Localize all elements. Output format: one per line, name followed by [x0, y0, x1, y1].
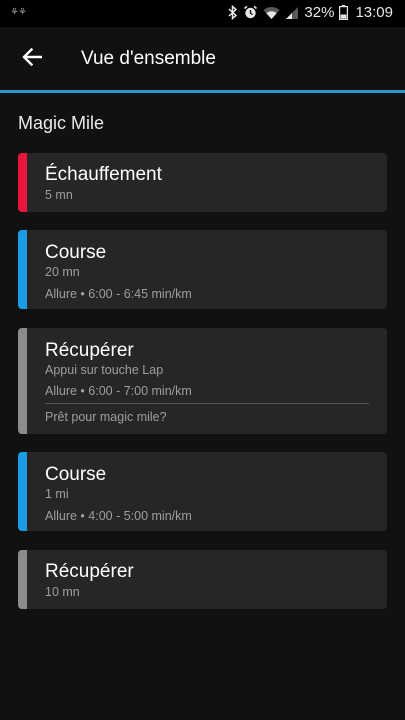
step-duration: 20 mn [45, 265, 80, 279]
workout-step[interactable]: Récupérer 10 mn [18, 550, 387, 609]
step-color-bar [18, 550, 27, 609]
back-button[interactable] [14, 41, 50, 77]
bluetooth-icon [228, 5, 238, 20]
workout-title: Magic Mile [18, 113, 105, 133]
step-duration: 1 mi [45, 487, 69, 501]
workout-step[interactable]: Course 20 mn Allure • 6:00 - 6:45 min/km [18, 230, 387, 309]
step-color-bar [18, 452, 27, 531]
step-target: Allure • 6:00 - 6:45 min/km [45, 287, 192, 301]
step-target: Allure • 4:00 - 5:00 min/km [45, 509, 192, 523]
wifi-icon [263, 6, 280, 20]
step-note: Prêt pour magic mile? [45, 410, 167, 424]
step-duration: 10 mn [45, 585, 80, 599]
step-name: Course [45, 464, 107, 485]
step-name: Récupérer [45, 340, 134, 361]
step-duration: Appui sur touche Lap [45, 363, 164, 377]
step-name: Échauffement [45, 164, 162, 185]
clock: 13:09 [355, 4, 393, 21]
step-duration: 5 mn [45, 188, 73, 202]
step-color-bar [18, 328, 27, 434]
step-name: Récupérer [45, 561, 134, 582]
step-name: Course [45, 242, 107, 263]
battery-icon [339, 5, 349, 20]
status-bar: ⚘⚘ 32% 13:09 [0, 0, 405, 27]
step-divider [45, 403, 369, 404]
page-title: Vue d'ensemble [81, 48, 216, 69]
workout-step[interactable]: Course 1 mi Allure • 4:00 - 5:00 min/km [18, 452, 387, 531]
step-color-bar [18, 230, 27, 309]
status-icons: 32% 13:09 [228, 4, 393, 21]
notification-icons: ⚘⚘ [10, 7, 27, 18]
battery-percent: 32% [304, 4, 335, 21]
step-color-bar [18, 153, 27, 212]
workout-step[interactable]: Échauffement 5 mn [18, 153, 387, 212]
top-app-bar: Vue d'ensemble [0, 27, 405, 91]
step-target: Allure • 6:00 - 7:00 min/km [45, 384, 192, 398]
signal-icon [285, 6, 299, 20]
workout-step[interactable]: Récupérer Appui sur touche Lap Allure • … [18, 328, 387, 434]
header-divider [0, 90, 405, 93]
alarm-icon [243, 5, 258, 20]
arrow-left-icon [22, 47, 43, 71]
